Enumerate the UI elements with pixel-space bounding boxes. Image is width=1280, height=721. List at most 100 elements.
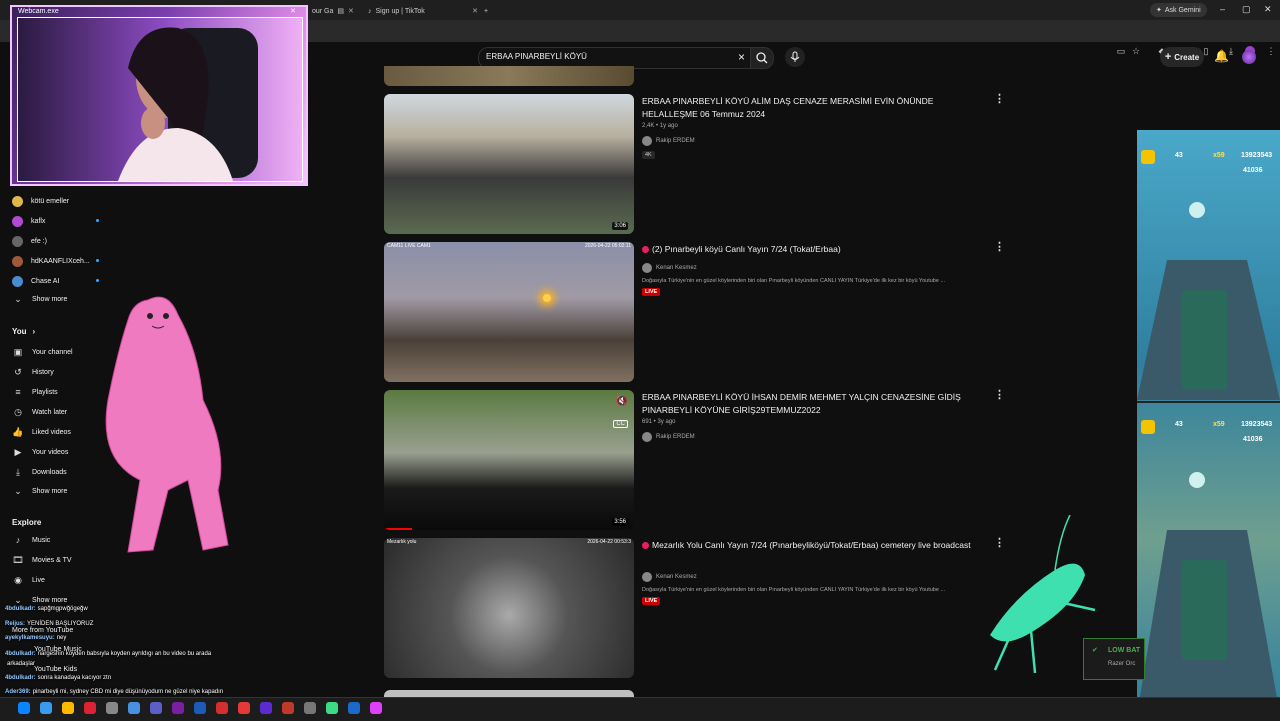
webcam-overlay: Webcam.exe ✕ xyxy=(10,5,308,186)
camera-timestamp: 2026-04-22 05:02:11 xyxy=(584,243,631,249)
plus-icon: + xyxy=(1164,51,1172,63)
tiktok-icon: ♪ xyxy=(368,7,372,15)
teams-icon[interactable] xyxy=(150,702,162,714)
maximize-icon[interactable]: ▢ xyxy=(1242,4,1251,15)
more-from-youtube-heading: More from YouTube xyxy=(12,627,74,634)
captions-icon[interactable]: CC xyxy=(613,420,628,428)
video-title[interactable]: (2) Pınarbeyli köyü Canlı Yayın 7/24 (To… xyxy=(642,243,972,256)
sidebar-item[interactable]: ▶ Your videos xyxy=(12,444,69,460)
chrome-icon[interactable] xyxy=(128,702,140,714)
live-badge: LIVE xyxy=(642,597,661,605)
bookmark-star-icon[interactable]: ☆ xyxy=(1131,46,1141,56)
app-icon[interactable] xyxy=(106,702,118,714)
close-tab-icon[interactable]: ✕ xyxy=(348,7,354,15)
game-multiplier: x59 xyxy=(1213,421,1225,428)
channel-avatar xyxy=(12,255,23,267)
sidebar-item[interactable]: 🎞 Movies & TV xyxy=(12,552,71,568)
pause-icon[interactable] xyxy=(1141,150,1155,164)
minimize-icon[interactable]: – xyxy=(1220,4,1225,14)
show-more-button[interactable]: ⌄ Show more xyxy=(12,291,67,307)
subscription-item[interactable]: Chase AI xyxy=(12,273,59,289)
you-heading[interactable]: You › xyxy=(12,327,35,336)
sidebar-item[interactable]: ▣ Your channel xyxy=(12,344,73,360)
voice-search-button[interactable] xyxy=(785,47,805,67)
cast-icon[interactable]: ▭ xyxy=(1116,46,1126,56)
new-content-dot xyxy=(96,259,99,262)
app-icon[interactable] xyxy=(260,702,272,714)
live-badge: LIVE xyxy=(642,288,661,296)
subscription-item[interactable]: kaflx xyxy=(12,213,45,229)
sidebar-item[interactable]: ◉ Live xyxy=(12,572,45,588)
ask-gemini-button[interactable]: ✦ Ask Gemini xyxy=(1150,3,1207,17)
youtube-icon[interactable] xyxy=(238,702,250,714)
new-tab-button[interactable]: + xyxy=(484,2,488,20)
steam-icon[interactable] xyxy=(348,702,360,714)
video-thumbnail[interactable]: Mezarlık yolu 2026-04-22 00:53:3 xyxy=(384,538,634,678)
video-title[interactable]: ERBAA PINARBEYLİ KÖYÜ ALİM DAŞ CENAZE ME… xyxy=(642,95,972,121)
streamer-image xyxy=(18,18,302,181)
avatar[interactable] xyxy=(1242,50,1256,64)
channel-link[interactable]: Rakip ERDEM xyxy=(642,431,695,443)
channel-avatar xyxy=(642,263,652,273)
video-meta: 691 • 3y ago xyxy=(642,419,676,425)
app-icon[interactable] xyxy=(326,702,338,714)
channel-avatar xyxy=(12,275,23,287)
video-icon: ▶ xyxy=(14,446,22,457)
video-thumbnail[interactable]: 3:56 🔇 CC xyxy=(384,390,634,530)
app-icon[interactable] xyxy=(370,702,382,714)
app-icon[interactable] xyxy=(304,702,316,714)
edge-icon[interactable] xyxy=(40,702,52,714)
video-thumbnail[interactable] xyxy=(384,66,634,86)
premiere-icon[interactable] xyxy=(172,702,184,714)
app-icon[interactable] xyxy=(216,702,228,714)
more-options-icon[interactable]: ⋮ xyxy=(994,92,1005,105)
taskbar xyxy=(0,697,1280,721)
close-tab-icon[interactable]: ✕ xyxy=(472,7,478,15)
video-title[interactable]: Mezarlık Yolu Canlı Yayın 7/24 (Pınarbey… xyxy=(642,539,972,552)
notifications-bell-icon[interactable]: 🔔 xyxy=(1214,49,1229,63)
game-lives: 43 xyxy=(1175,152,1183,159)
photoshop-icon[interactable] xyxy=(194,702,206,714)
mute-icon[interactable]: 🔇 xyxy=(616,396,628,407)
close-icon[interactable]: ✕ xyxy=(290,7,296,15)
menu-kebab-icon[interactable]: ⋮ xyxy=(1266,46,1276,56)
video-thumbnail[interactable]: 3:06 xyxy=(384,94,634,234)
more-options-icon[interactable]: ⋮ xyxy=(994,388,1005,401)
sidebar-item[interactable]: ⤓ Downloads xyxy=(12,464,67,480)
video-title[interactable]: ERBAA PINARBEYLİ KÖYÜ İHSAN DEMİR MEHMET… xyxy=(642,391,972,417)
windows-start-icon[interactable] xyxy=(18,702,30,714)
close-window-icon[interactable]: ✕ xyxy=(1264,4,1272,15)
subscription-item[interactable]: kötü emeller xyxy=(12,193,69,209)
app-icon[interactable] xyxy=(282,702,294,714)
chat-username: 4bdulkadr: xyxy=(5,675,36,681)
subscription-item[interactable]: hdKAANFLIXceh... xyxy=(12,253,90,269)
search-button[interactable] xyxy=(750,47,774,69)
show-more-button[interactable]: ⌄ Show more xyxy=(12,483,67,499)
sidebar-item[interactable]: 👍 Liked videos xyxy=(12,424,71,440)
browser-tab[interactable]: ♪ Sign up | TikTok ✕ xyxy=(368,2,478,20)
file-explorer-icon[interactable] xyxy=(62,702,74,714)
video-thumbnail[interactable]: CAM11 LIVE CAM1 2026-04-22 05:02:11 xyxy=(384,242,634,382)
more-options-icon[interactable]: ⋮ xyxy=(994,240,1005,253)
browser-tab[interactable]: our Ga ▤ ✕ xyxy=(312,2,354,20)
sidebar-item[interactable]: ♪ Music xyxy=(12,532,51,548)
channel-link[interactable]: Kenan Kesmez xyxy=(642,571,697,583)
channel-link[interactable]: Rakip ERDEM xyxy=(642,135,695,147)
sidebar-item[interactable]: ↺ History xyxy=(12,364,54,380)
music-icon: ♪ xyxy=(15,535,21,545)
plus-icon: + xyxy=(484,7,489,15)
mic-icon xyxy=(790,51,800,62)
channel-link[interactable]: Kenan Kesmez xyxy=(642,262,697,274)
chat-username: 4bdulkadr: xyxy=(5,651,36,657)
app-icon[interactable] xyxy=(84,702,96,714)
video-description: Doğasıyla Türkiye'nin en güzel köylerind… xyxy=(642,278,946,284)
channel-avatar xyxy=(12,235,23,247)
clear-search-icon[interactable]: × xyxy=(738,50,745,64)
pause-icon[interactable] xyxy=(1141,420,1155,434)
channel-avatar xyxy=(12,215,23,227)
sidebar-item[interactable]: ≡ Playlists xyxy=(12,384,57,400)
sidebar-item[interactable]: ◷ Watch later xyxy=(12,404,67,420)
subscription-item[interactable]: efe :) xyxy=(12,233,47,249)
game-coins: 41036 xyxy=(1243,167,1263,174)
create-button[interactable]: + Create xyxy=(1160,47,1204,67)
